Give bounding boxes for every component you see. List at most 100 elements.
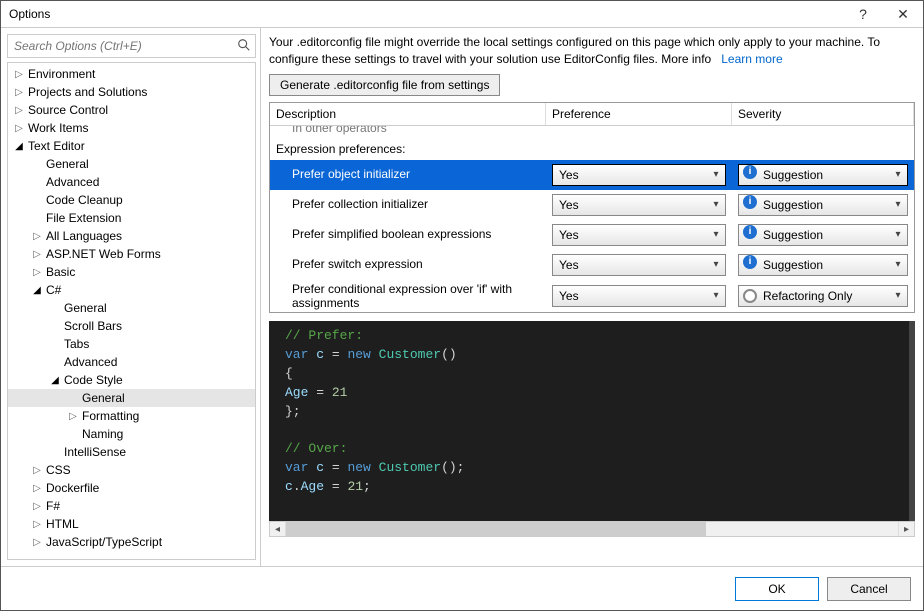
col-preference[interactable]: Preference [546,103,732,125]
tree-item[interactable]: Tabs [8,335,255,353]
grid-row[interactable]: Prefer conditional expression over 'if' … [270,280,914,313]
dialog-footer: OK Cancel [1,566,923,610]
expand-closed-icon[interactable]: ▷ [12,69,26,80]
grid-row[interactable]: Prefer object initializerYes▾iSuggestion… [270,160,914,190]
code-preview: // Prefer: var c = new Customer() { Age … [269,321,915,521]
expand-closed-icon[interactable]: ▷ [30,231,44,242]
tree-item[interactable]: ▷Basic [8,263,255,281]
col-description[interactable]: Description [270,103,546,125]
tree-item[interactable]: ◢Text Editor [8,137,255,155]
tree-item[interactable]: Scroll Bars [8,317,255,335]
expand-closed-icon[interactable]: ▷ [66,411,80,422]
preference-combo[interactable]: Yes▾ [552,254,726,276]
expand-open-icon[interactable]: ◢ [48,375,62,386]
tree-item[interactable]: ▷Environment [8,65,255,83]
scroll-left-arrow-icon[interactable]: ◂ [270,522,286,536]
expand-closed-icon[interactable]: ▷ [12,87,26,98]
titlebar: Options ? ✕ [1,1,923,28]
generate-editorconfig-button[interactable]: Generate .editorconfig file from setting… [269,74,500,96]
grid-row[interactable]: Prefer switch expressionYes▾iSuggestion▾ [270,250,914,280]
close-button[interactable]: ✕ [883,1,923,28]
severity-combo[interactable]: iSuggestion▾ [738,164,908,186]
severity-combo[interactable]: iSuggestion▾ [738,254,908,276]
info-icon: i [743,195,757,209]
grid-row[interactable]: Prefer collection initializer Yes▾ iSugges… [270,190,914,220]
left-pane: ▷Environment▷Projects and Solutions▷Sour… [1,28,261,566]
search-input[interactable] [7,34,256,58]
expand-closed-icon[interactable]: ▷ [30,465,44,476]
cancel-button[interactable]: Cancel [827,577,911,601]
tree-item-label: ASP.NET Web Forms [44,247,161,261]
ok-button[interactable]: OK [735,577,819,601]
help-button[interactable]: ? [843,1,883,28]
learn-more-link[interactable]: Learn more [721,52,782,66]
tree-item[interactable]: ▷All Languages [8,227,255,245]
chevron-down-icon: ▾ [710,290,722,302]
tree-item[interactable]: General [8,389,255,407]
tree-item-label: IntelliSense [62,445,126,459]
tree-item[interactable]: File Extension [8,209,255,227]
info-icon: i [743,225,757,239]
tree-item[interactable]: Naming [8,425,255,443]
tree-item[interactable]: ▷Projects and Solutions [8,83,255,101]
info-icon: i [743,255,757,269]
tree-item[interactable]: Advanced [8,173,255,191]
expand-closed-icon[interactable]: ▷ [30,537,44,548]
tree-item[interactable]: Advanced [8,353,255,371]
severity-combo[interactable]: iSuggestion▾ [738,194,908,216]
preference-combo[interactable]: Yes▾ [552,285,726,307]
tree-item[interactable]: ▷ASP.NET Web Forms [8,245,255,263]
horizontal-scrollbar[interactable]: ◂ ▸ [269,521,915,537]
tree-item[interactable]: ▷JavaScript/TypeScript [8,533,255,551]
col-severity[interactable]: Severity [732,103,914,125]
tree-item[interactable]: ▷HTML [8,515,255,533]
info-text: Your .editorconfig file might override t… [269,34,915,68]
expand-closed-icon[interactable]: ▷ [12,123,26,134]
tree-item-label: JavaScript/TypeScript [44,535,162,549]
tree-item[interactable]: ▷Dockerfile [8,479,255,497]
expand-closed-icon[interactable]: ▷ [12,105,26,116]
expand-open-icon[interactable]: ◢ [30,285,44,296]
tree-item-label: File Extension [44,211,121,225]
preference-combo[interactable]: Yes▾ [552,194,726,216]
tree-item[interactable]: ◢C# [8,281,255,299]
preference-combo[interactable]: Yes▾ [552,164,726,186]
tree-item[interactable]: IntelliSense [8,443,255,461]
tree-item[interactable]: Code Cleanup [8,191,255,209]
expand-closed-icon[interactable]: ▷ [30,483,44,494]
preference-combo[interactable]: Yes▾ [552,224,726,246]
tree-item[interactable]: ▷CSS [8,461,255,479]
scroll-thumb[interactable] [286,522,706,536]
tree-item[interactable]: General [8,155,255,173]
tree-item-label: Text Editor [26,139,85,153]
grid-body[interactable]: In other operatorsExpression preferences… [270,126,914,313]
severity-combo[interactable]: Refactoring Only▾ [738,285,908,307]
chevron-down-icon: ▾ [892,229,904,241]
tree-item[interactable]: General [8,299,255,317]
severity-combo[interactable]: iSuggestion▾ [738,224,908,246]
expand-closed-icon[interactable]: ▷ [30,519,44,530]
tree-item-label: Formatting [80,409,139,423]
options-tree[interactable]: ▷Environment▷Projects and Solutions▷Sour… [7,62,256,560]
search-icon[interactable] [236,37,252,53]
tree-item[interactable]: ◢Code Style [8,371,255,389]
code-line: // Prefer: [285,328,363,343]
expand-open-icon[interactable]: ◢ [12,141,26,152]
tree-item[interactable]: ▷Formatting [8,407,255,425]
tree-item[interactable]: ▷F# [8,497,255,515]
expand-closed-icon[interactable]: ▷ [30,267,44,278]
scroll-right-arrow-icon[interactable]: ▸ [898,522,914,536]
tree-item[interactable]: ▷Source Control [8,101,255,119]
tree-item-label: General [80,391,125,405]
tree-item-label: General [62,301,107,315]
tree-item-label: Tabs [62,337,89,351]
tree-item-label: Advanced [62,355,117,369]
tree-item[interactable]: ▷Work Items [8,119,255,137]
grid-row[interactable]: Prefer simplified boolean expressionsYes… [270,220,914,250]
expand-closed-icon[interactable]: ▷ [30,501,44,512]
tree-item-label: Code Cleanup [44,193,123,207]
row-description: Prefer collection initializer [270,197,546,211]
expand-closed-icon[interactable]: ▷ [30,249,44,260]
grid-header: Description Preference Severity [270,103,914,126]
tree-item-label: C# [44,283,61,297]
